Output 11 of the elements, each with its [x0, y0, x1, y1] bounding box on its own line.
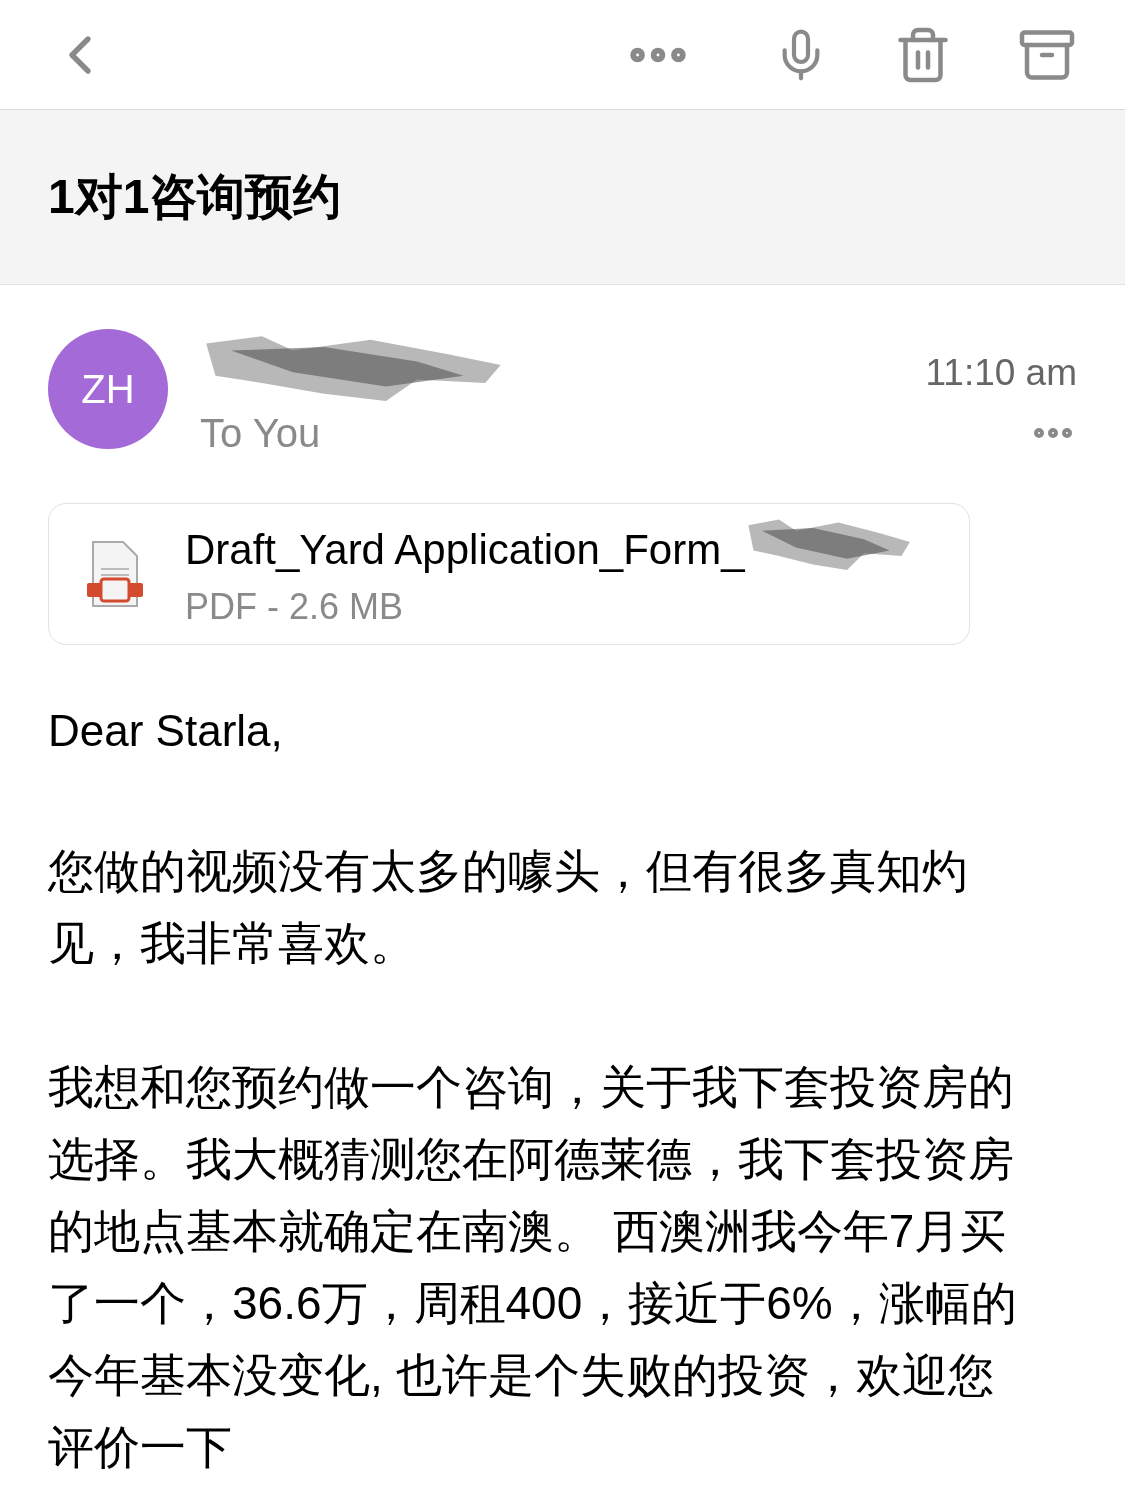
email-time: 11:10 am [925, 351, 1077, 395]
attachment-card[interactable]: Draft_Yard Application_Form_ PDF - 2.6 MB [48, 503, 970, 645]
attachment-name: Draft_Yard Application_Form_ [185, 524, 745, 575]
recipient-label: To You [200, 410, 322, 457]
sender-avatar: ZH [48, 329, 168, 449]
body-paragraph: 我想和您预约做一个咨询，关于我下套投资房的选择。我大概猜测您在阿德莱德，我下套投资房的地点基本就确定在南澳。 西澳洲我今年7月买了一个，36.6万，周租400，接近于6%，涨幅的今年基本没变化, 也许是个失败的投资，欢迎您评价一下 [48, 1060, 1018, 1475]
body-paragraph: Dear Starla, [48, 705, 284, 757]
email-subject: 1对1咨询预约 [48, 169, 342, 225]
attachment-meta: PDF - 2.6 MB [185, 585, 405, 629]
body-paragraph: 您做的视频没有太多的噱头，但有很多真知灼见，我非常喜欢。 [48, 844, 969, 971]
pdf-file-icon [85, 539, 145, 609]
